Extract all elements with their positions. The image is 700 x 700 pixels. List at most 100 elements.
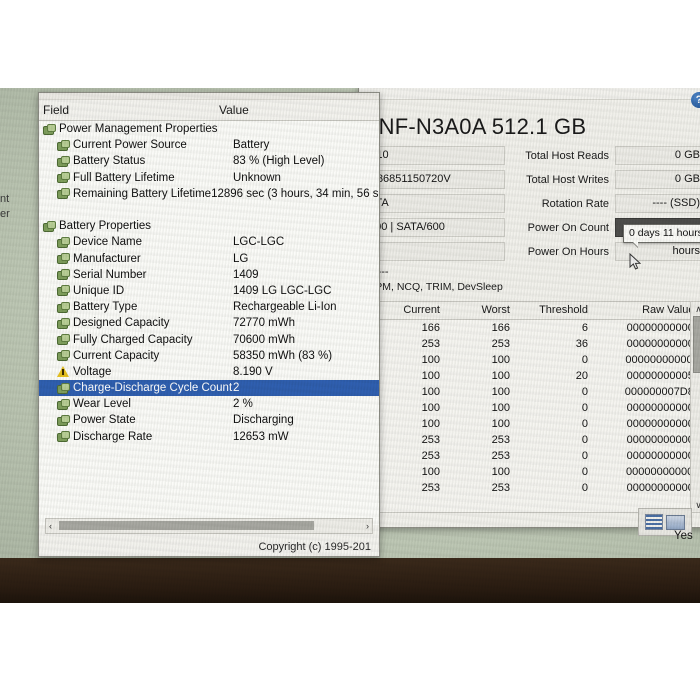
property-row[interactable]: Wear Level 2 % <box>39 396 379 412</box>
stat-value-total-host-writes: 0 GB <box>615 170 700 189</box>
hscrollbar-thumb[interactable] <box>59 521 314 530</box>
smart-row[interactable]: 100 100 0 000000007D80 <box>364 384 700 400</box>
property-row[interactable]: Current Capacity 58350 mWh (83 %) <box>39 348 379 364</box>
property-icon <box>57 155 70 167</box>
scroll-down-icon[interactable]: ∨ <box>695 498 700 512</box>
smart-cell: 0 <box>581 418 588 430</box>
smart-row[interactable]: 100 100 0 00000000000F <box>364 464 700 480</box>
smart-row[interactable]: 100 100 0 000000000001 <box>364 400 700 416</box>
property-row[interactable]: Voltage 8.190 V <box>39 364 379 380</box>
drive-field-standard: | ---- <box>368 266 389 278</box>
property-row[interactable]: Current Power Source Battery <box>39 137 379 153</box>
property-icon <box>57 285 70 297</box>
scrollbar-thumb[interactable] <box>693 316 700 373</box>
horizontal-scrollbar[interactable]: ‹ › <box>45 518 373 534</box>
property-row[interactable]: Discharge Rate 12653 mW <box>39 429 379 445</box>
smart-table-body: 166 166 6 000000000000 253 253 36 000000000000 1… <box>364 320 700 497</box>
smart-row[interactable]: 253 253 0 000000000000 <box>364 448 700 464</box>
help-icon[interactable]: ? <box>691 92 700 108</box>
drive-stat-row: Rotation Rate ---- (SSD) <box>509 194 700 213</box>
scroll-right-icon[interactable]: › <box>363 521 372 531</box>
smart-cell: 20 <box>575 370 588 382</box>
property-row[interactable]: Charge-Discharge Cycle Count 2 <box>39 380 379 397</box>
property-row[interactable]: Full Battery Lifetime Unknown <box>39 170 379 186</box>
property-icon <box>43 123 56 135</box>
property-row[interactable]: Designed Capacity 72770 mWh <box>39 315 379 331</box>
smart-row[interactable]: 253 253 0 000000000000 <box>364 432 700 448</box>
property-row[interactable]: Battery Type Rechargeable Li-Ion <box>39 299 379 315</box>
background-window-fragment: nt er <box>0 192 10 222</box>
smart-cell: 100 <box>491 370 510 382</box>
drive-field-transfer-mode: 600 | SATA/600 <box>365 218 505 237</box>
property-icon <box>43 220 56 232</box>
scroll-up-icon[interactable]: ∧ <box>695 302 700 316</box>
smart-cell: 000000000004 <box>626 418 700 430</box>
smart-cell: 253 <box>491 338 510 350</box>
smart-row[interactable]: 100 100 0 00000000000B <box>364 352 700 368</box>
property-value: 12896 sec (3 hours, 34 min, 56 sec) <box>211 187 379 200</box>
column-header-value: Value <box>219 103 249 117</box>
warning-icon <box>57 366 69 378</box>
stat-value-rotation-rate: ---- (SSD) <box>615 194 700 213</box>
smart-cell: 166 <box>491 322 510 334</box>
property-label: Device Name <box>73 236 143 249</box>
details-view-icon[interactable] <box>645 514 663 530</box>
smart-row[interactable]: 100 100 20 000000000052 <box>364 368 700 384</box>
smart-cell: 100 <box>491 354 510 366</box>
desk-surface <box>0 558 700 603</box>
property-label: Remaining Battery Lifetime <box>73 187 212 200</box>
drive-info-window[interactable]: ? TNF-N3A0A 512.1 GB P10 N86851150720V A… <box>358 88 700 528</box>
large-icons-view-icon[interactable] <box>666 514 685 530</box>
property-icon <box>57 414 70 426</box>
property-row[interactable]: Unique ID 1409 LG LGC-LGC <box>39 283 379 299</box>
property-row[interactable]: Power State Discharging <box>39 412 379 428</box>
property-row[interactable]: Serial Number 1409 <box>39 267 379 283</box>
stat-label-total-host-writes: Total Host Writes <box>526 173 609 186</box>
property-label: Power State <box>73 414 136 427</box>
drive-stat-list: Total Host Reads 0 GB Total Host Writes … <box>509 146 700 278</box>
row-spacer <box>39 202 379 218</box>
property-label: Wear Level <box>73 398 131 411</box>
scroll-left-icon[interactable]: ‹ <box>46 521 55 531</box>
smart-cell: 00000000000B <box>625 354 700 366</box>
grid-header: Field Value <box>39 100 379 121</box>
dialog-titlebar <box>39 93 379 100</box>
smart-cell: 000000000000 <box>626 450 700 462</box>
property-group-row[interactable]: Power Management Properties <box>39 121 379 137</box>
stat-value-power-on-hours[interactable]: hours <box>615 242 700 261</box>
mouse-cursor-icon <box>629 253 642 270</box>
drive-title: TNF-N3A0A 512.1 GB <box>365 114 587 139</box>
smart-row[interactable]: 166 166 6 000000000000 <box>364 320 700 337</box>
stat-label-rotation-rate: Rotation Rate <box>541 197 609 210</box>
smart-table-scrollbar[interactable]: ∧ ∨ <box>690 302 700 512</box>
property-row[interactable]: Device Name LGC-LGC <box>39 234 379 250</box>
property-row[interactable]: Remaining Battery Lifetime 12896 sec (3 h… <box>39 186 379 202</box>
smart-row[interactable]: 253 253 36 000000000000 <box>364 336 700 352</box>
property-row[interactable]: Manufacturer LG <box>39 251 379 267</box>
smart-row[interactable]: 253 253 0 000000000000 <box>364 480 700 496</box>
smart-cell: 000000000052 <box>626 370 700 382</box>
property-icon <box>57 301 70 313</box>
drive-window-titlebar <box>359 88 700 100</box>
property-label: Charge-Discharge Cycle Count <box>73 382 233 395</box>
drive-stat-row: Total Host Reads 0 GB <box>509 146 700 165</box>
smart-cell: 000000000000 <box>626 482 700 494</box>
property-label: Unique ID <box>73 284 125 297</box>
property-group-label: Battery Properties <box>59 220 152 233</box>
property-value: Unknown <box>233 171 281 184</box>
property-row[interactable]: Fully Charged Capacity 70600 mWh <box>39 331 379 347</box>
property-row[interactable]: Battery Status 83 % (High Level) <box>39 153 379 169</box>
property-value: 72770 mWh <box>233 317 296 330</box>
property-value: 1409 <box>233 268 259 281</box>
stat-label-power-on-count: Power On Count <box>527 221 609 234</box>
smart-cell: 6 <box>581 322 588 334</box>
stat-value-total-host-reads: 0 GB <box>615 146 700 165</box>
battery-property-list[interactable]: Power Management Properties Current Power… <box>39 121 379 525</box>
property-icon <box>57 350 70 362</box>
property-value: 83 % (High Level) <box>233 155 325 168</box>
property-group-row[interactable]: Battery Properties <box>39 218 379 234</box>
property-value: 2 % <box>233 398 253 411</box>
battery-properties-dialog[interactable]: Field Value Power Management Properties C… <box>38 92 380 557</box>
smart-attributes-table[interactable]: Current Worst Threshold Raw Values 166 16… <box>363 301 700 513</box>
smart-row[interactable]: 100 100 0 000000000004 <box>364 416 700 432</box>
